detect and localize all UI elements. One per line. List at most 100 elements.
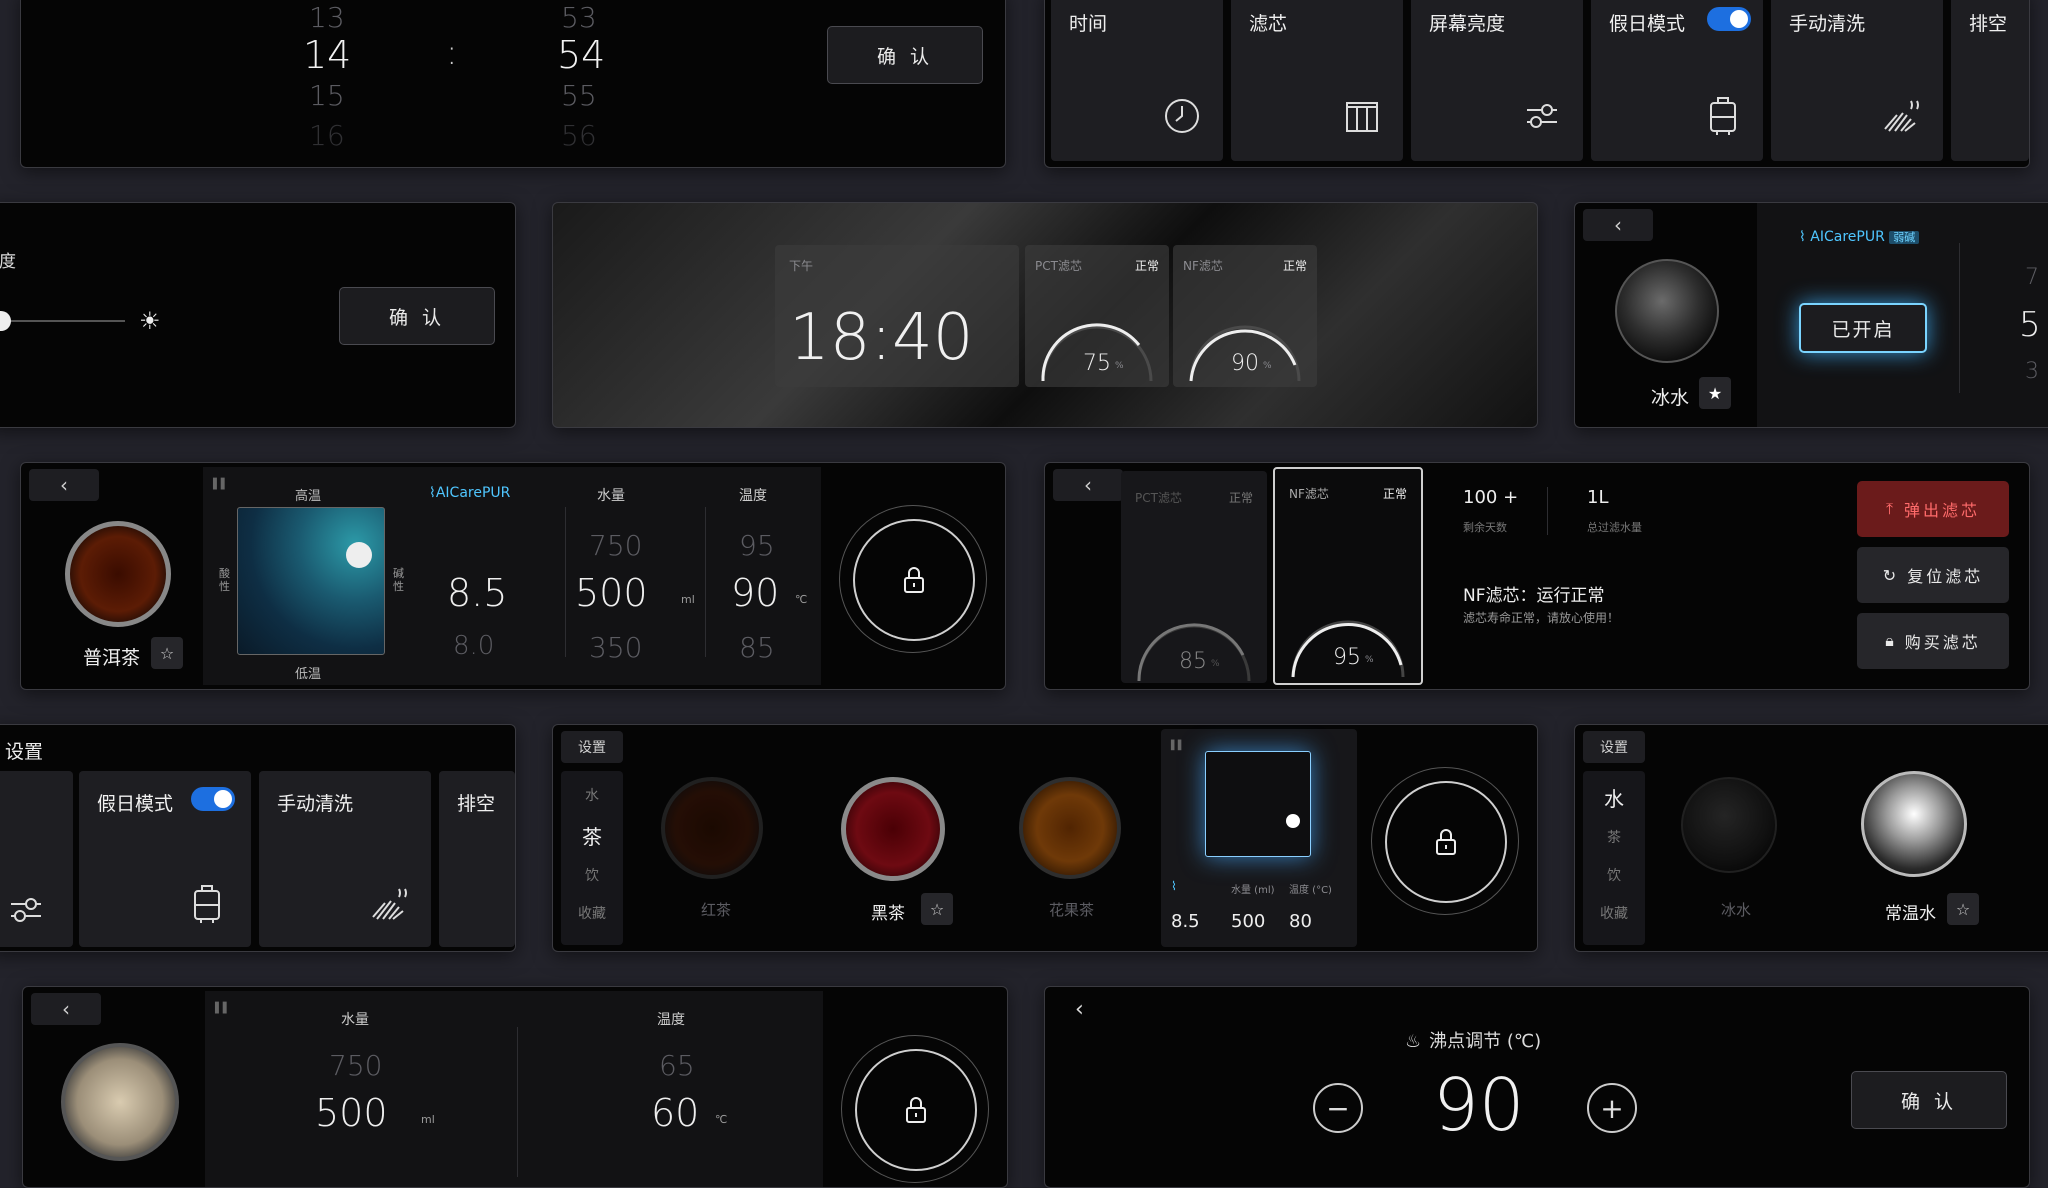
tile-holiday-mode[interactable]: 假日模式 — [79, 771, 251, 947]
filter-status-title: NF滤芯：运行正常 — [1463, 586, 1605, 606]
category-tea[interactable]: 茶 — [561, 821, 623, 850]
lock-button[interactable] — [853, 519, 975, 641]
category-list: 水 茶 饮 收藏 — [561, 771, 623, 945]
eject-filter-button[interactable]: ⤒ 弹出滤芯 — [1857, 481, 2009, 537]
hour-prev: 13 — [309, 1, 345, 34]
tile-brightness[interactable]: 屏幕亮度 — [1411, 0, 1583, 161]
reset-icon: ↻ — [1882, 565, 1900, 585]
lock-button[interactable] — [855, 1049, 977, 1171]
favorite-star-icon[interactable]: ☆ — [151, 637, 183, 669]
back-button[interactable]: ‹ — [31, 993, 101, 1025]
partial-value-mid: 5 — [2019, 305, 2041, 345]
low-temp-label: 低温 — [295, 667, 322, 682]
temp-label: 温度 — [739, 488, 767, 504]
settings-tab[interactable]: 设置 — [1583, 731, 1645, 763]
status-on-button[interactable]: 已开启 — [1799, 303, 1927, 353]
divider — [705, 507, 706, 657]
filter-status-panel: ‹ PCT滤芯 正常 85 % NF滤芯 正常 95 % 100 + 剩余天数 … — [1044, 462, 2030, 690]
water-selected[interactable]: 500 — [575, 571, 648, 615]
slider-settings-icon — [1527, 104, 1557, 128]
nf-unit: % — [1365, 655, 1374, 665]
holiday-mode-toggle[interactable] — [191, 787, 235, 811]
pct-filter-card[interactable]: PCT滤芯 正常 85 % — [1121, 471, 1267, 683]
boiling-confirm-button[interactable]: 确 认 — [1851, 1071, 2007, 1129]
favorite-star-icon[interactable]: ☆ — [1947, 893, 1979, 925]
filter-status-desc: 滤芯寿命正常，请放心使用！ — [1463, 611, 1620, 625]
nf-label: NF滤芯 — [1289, 487, 1329, 501]
boiling-title: ♨ 沸点调节 (℃) — [1405, 1031, 1542, 1052]
back-button[interactable]: ‹ — [29, 469, 99, 501]
drink-name: 冰水 — [1651, 387, 1690, 409]
brightness-slider-track[interactable] — [1, 320, 125, 322]
category-water[interactable]: 水 — [1583, 783, 1645, 812]
pad-handle[interactable] — [1286, 814, 1300, 828]
dark-tea-cup-image[interactable] — [841, 777, 945, 881]
tile-drain[interactable]: 排空 — [1951, 0, 2029, 161]
tile-manual-clean[interactable]: 手动清洗 — [259, 771, 431, 947]
nf-filter-card[interactable]: NF滤芯 正常 90 % — [1173, 245, 1317, 387]
tile-holiday-mode[interactable]: 假日模式 — [1591, 0, 1763, 161]
pct-filter-card[interactable]: PCT滤芯 正常 75 % — [1025, 245, 1169, 387]
category-water[interactable]: 水 — [561, 785, 623, 805]
minute-selected[interactable]: 54 — [557, 33, 605, 77]
divider — [565, 507, 566, 657]
steam-icon: ♨ — [1405, 1031, 1422, 1052]
milk-detail-area: ▌▌ 水量 750 500 ml 温度 65 60 ℃ — [205, 991, 823, 1187]
decrease-button[interactable]: − — [1313, 1083, 1363, 1133]
category-favorites[interactable]: 收藏 — [561, 903, 623, 923]
tea-detail-area: ▌▌ ⌇ 水量 (ml) 温度 (°C) 8.5 500 80 — [1161, 729, 1357, 947]
back-button[interactable]: ‹ — [1075, 997, 1084, 1022]
temp-selected[interactable]: 60 — [651, 1091, 699, 1135]
ice-water-cup-image[interactable] — [1681, 777, 1777, 873]
ph-temperature-pad[interactable] — [1205, 751, 1311, 857]
pad-handle[interactable] — [346, 542, 372, 568]
favorite-star-icon[interactable]: ★ — [1699, 377, 1731, 409]
time-confirm-button[interactable]: 确 认 — [827, 26, 983, 84]
hour-selected[interactable]: 14 — [303, 33, 351, 77]
category-tea[interactable]: 茶 — [1583, 827, 1645, 847]
category-favorites[interactable]: 收藏 — [1583, 903, 1645, 923]
fruit-tea-cup-image[interactable] — [1019, 777, 1121, 879]
tile-manual-clean[interactable]: 手动清洗 — [1771, 0, 1943, 161]
water-selected[interactable]: 500 — [315, 1091, 388, 1135]
milk-panel: ‹ ▌▌ 水量 750 500 ml 温度 65 60 ℃ — [22, 986, 1008, 1188]
hour-next2: 16 — [309, 119, 345, 152]
sun-icon: ☀ — [139, 307, 161, 335]
back-button[interactable]: ‹ — [1583, 209, 1653, 241]
reset-filter-button[interactable]: ↻ 复位滤芯 — [1857, 547, 2009, 603]
temp-selected[interactable]: 90 — [731, 571, 779, 615]
settings-title: 设置 — [5, 741, 44, 763]
black-tea-cup-image[interactable] — [661, 777, 763, 879]
increase-button[interactable]: + — [1587, 1083, 1637, 1133]
category-drink[interactable]: 饮 — [561, 865, 623, 885]
back-button[interactable]: ‹ — [1053, 469, 1123, 501]
pct-unit: % — [1211, 659, 1220, 669]
minute-next: 55 — [561, 79, 597, 112]
brightness-confirm-button[interactable]: 确 认 — [339, 287, 495, 345]
water-value: 500 — [1231, 911, 1266, 932]
room-water-cup-image[interactable] — [1861, 771, 1967, 877]
ice-cup-image — [1615, 259, 1719, 363]
holiday-mode-toggle[interactable] — [1707, 7, 1751, 31]
tea-name-dark: 黑茶 — [871, 904, 905, 924]
partial-value-bot: 3 — [2025, 359, 2039, 384]
ph-selected[interactable]: 8.5 — [447, 571, 507, 615]
lock-button[interactable] — [1385, 781, 1507, 903]
pct-value: 85 — [1179, 649, 1207, 674]
tile-filter[interactable]: 滤芯 — [1231, 0, 1403, 161]
ph-temperature-pad[interactable] — [237, 507, 385, 655]
pct-label: PCT滤芯 — [1135, 491, 1182, 505]
slider-settings-icon — [11, 898, 41, 922]
tile-drain[interactable]: 排空 — [439, 771, 515, 947]
temp-prev: 65 — [659, 1049, 695, 1082]
settings-tab[interactable]: 设置 — [561, 731, 623, 763]
tile-brightness-partial[interactable] — [0, 771, 73, 947]
nf-filter-card-selected[interactable]: NF滤芯 正常 95 % — [1273, 467, 1423, 685]
category-drink[interactable]: 饮 — [1583, 865, 1645, 885]
tile-time[interactable]: 时间 — [1051, 0, 1223, 161]
buy-filter-button[interactable]: 🔒︎ 购买滤芯 — [1857, 613, 2009, 669]
brightness-slider-thumb[interactable] — [0, 311, 11, 331]
filter-icon — [1346, 102, 1378, 132]
favorite-star-icon[interactable]: ☆ — [921, 893, 953, 925]
eject-icon: ⤒ — [1885, 499, 1897, 518]
